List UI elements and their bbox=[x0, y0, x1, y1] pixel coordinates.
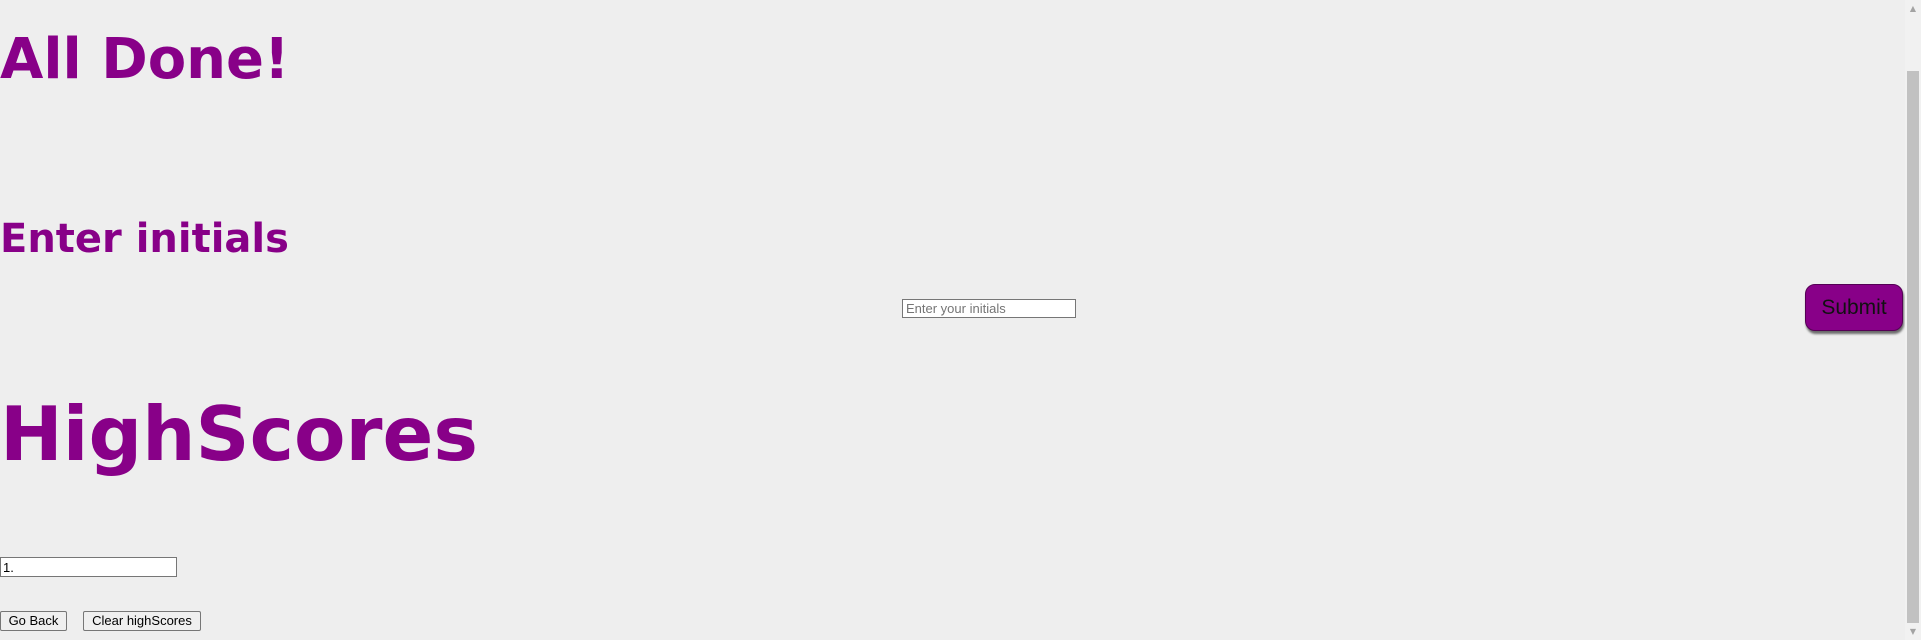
scrollbar-thumb[interactable] bbox=[1907, 71, 1919, 623]
page: All Done! Enter initials Submit HighScor… bbox=[0, 0, 1921, 640]
highscores-heading: HighScores bbox=[0, 390, 479, 478]
clear-highscores-button[interactable]: Clear highScores bbox=[83, 611, 201, 631]
enter-initials-heading: Enter initials bbox=[0, 216, 289, 262]
go-back-button[interactable]: Go Back bbox=[0, 611, 67, 631]
all-done-heading: All Done! bbox=[0, 27, 290, 92]
submit-button[interactable]: Submit bbox=[1805, 284, 1903, 331]
scroll-up-arrow-icon[interactable]: ▲ bbox=[1905, 0, 1921, 17]
highscore-entry-field[interactable] bbox=[0, 557, 177, 577]
scroll-down-arrow-icon[interactable]: ▼ bbox=[1905, 623, 1921, 640]
initials-input[interactable] bbox=[902, 299, 1076, 318]
vertical-scrollbar[interactable]: ▲ ▼ bbox=[1905, 0, 1921, 640]
